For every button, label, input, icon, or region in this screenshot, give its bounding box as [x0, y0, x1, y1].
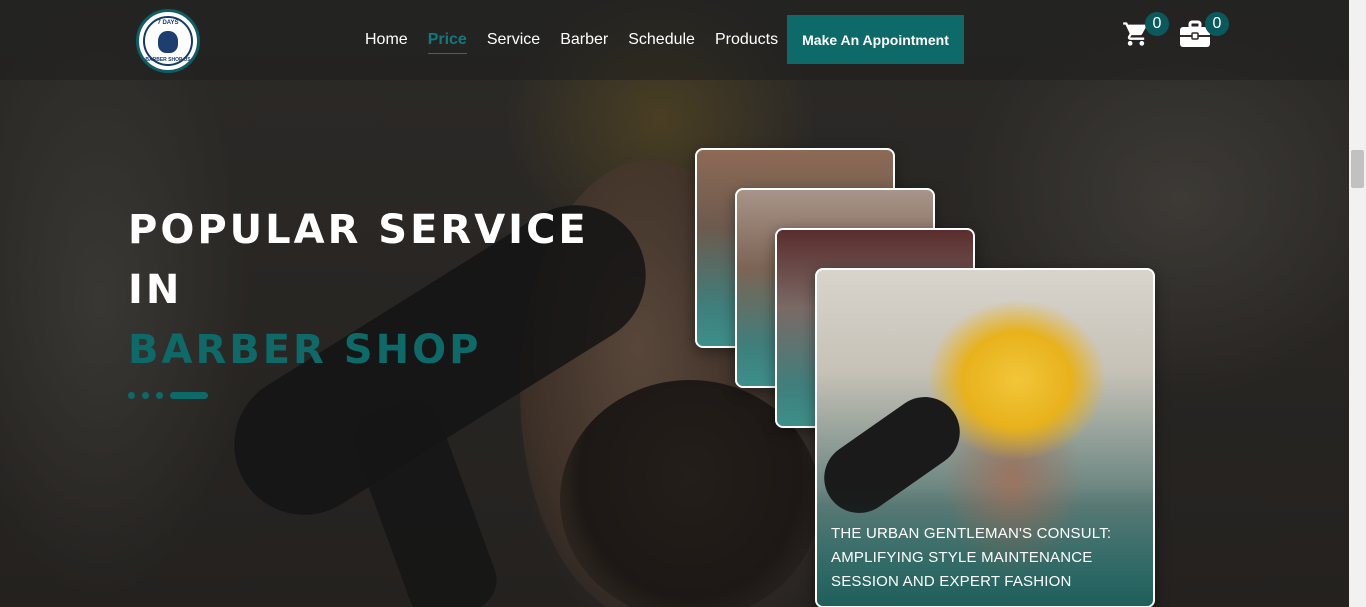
- logo-barber-icon: [158, 31, 178, 53]
- divider-dot: [142, 392, 149, 399]
- briefcase-count-badge: 0: [1205, 12, 1229, 36]
- logo-bottom-text: BARBER SHOP US: [145, 57, 191, 63]
- nav-item-home[interactable]: Home: [365, 30, 408, 50]
- nav-item-barber[interactable]: Barber: [560, 30, 608, 50]
- nav-item-price[interactable]: Price: [427, 30, 467, 54]
- hero-divider-dots: [128, 392, 208, 399]
- main-nav: Home Price Service Barber Schedule Produ…: [365, 30, 778, 54]
- cart-count-badge: 0: [1145, 12, 1169, 36]
- navbar: 7 DAYS BARBER SHOP US Home Price Service…: [0, 0, 1349, 80]
- hero-title-line-1: POPULAR SERVICE: [128, 207, 589, 253]
- scrollbar-thumb[interactable]: [1351, 150, 1364, 188]
- brand-logo[interactable]: 7 DAYS BARBER SHOP US: [136, 9, 200, 73]
- briefcase-button[interactable]: 0: [1178, 12, 1238, 60]
- nav-item-service[interactable]: Service: [487, 30, 540, 50]
- divider-dot: [156, 392, 163, 399]
- hero-title: POPULAR SERVICE IN BARBER SHOP: [128, 200, 668, 380]
- logo-top-text: 7 DAYS: [157, 20, 179, 26]
- page-scrollbar[interactable]: [1349, 0, 1366, 607]
- cart-button[interactable]: 0: [1122, 12, 1182, 60]
- nav-item-schedule[interactable]: Schedule: [628, 30, 695, 50]
- hero-title-line-3: BARBER SHOP: [128, 327, 482, 373]
- hero-title-line-2: IN: [128, 267, 183, 313]
- make-appointment-button[interactable]: Make An Appointment: [787, 15, 964, 64]
- service-card-featured[interactable]: THE URBAN GENTLEMAN'S CONSULT: AMPLIFYIN…: [815, 268, 1155, 607]
- featured-card-caption: THE URBAN GENTLEMAN'S CONSULT: AMPLIFYIN…: [831, 525, 1112, 590]
- divider-bar: [170, 392, 208, 399]
- nav-item-products[interactable]: Products: [715, 30, 778, 50]
- divider-dot: [128, 392, 135, 399]
